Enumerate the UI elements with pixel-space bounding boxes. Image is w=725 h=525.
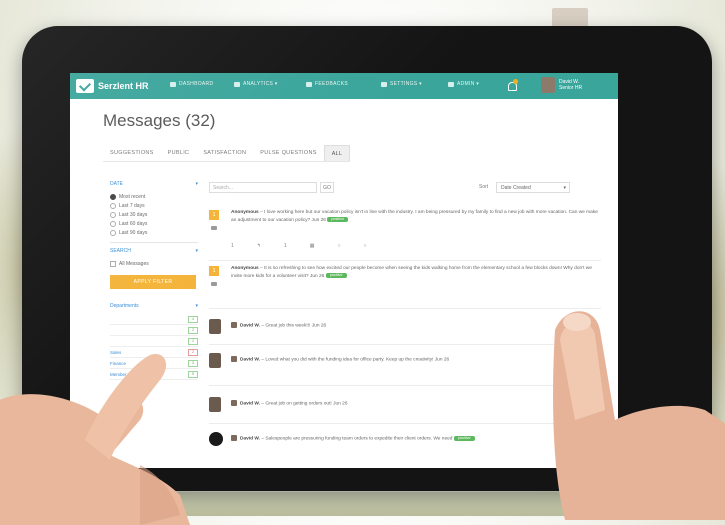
date-option[interactable]: Most recent xyxy=(110,192,198,201)
nav-feedbacks[interactable]: FEEDBACKS xyxy=(306,81,348,87)
top-navigation-bar: Serzlent HR DASHBOARD ANALYTICS ▾ FEEDBA… xyxy=(70,73,618,99)
user-name[interactable]: David W. Senior HR xyxy=(559,79,582,91)
message-text: Anonymous – It is so refreshing to see h… xyxy=(231,266,592,279)
count-badge: 4 xyxy=(188,315,198,323)
author-avatar-icon xyxy=(231,400,237,406)
author-avatar-icon xyxy=(231,322,237,328)
more-icon[interactable]: ○ xyxy=(364,243,367,249)
brand-logo-icon xyxy=(76,79,94,93)
upvote-icon[interactable] xyxy=(211,282,217,286)
radio-icon xyxy=(110,202,116,209)
brand[interactable]: Serzlent HR xyxy=(76,78,149,94)
date-option[interactable]: Last 90 days xyxy=(110,228,198,237)
reply-icon[interactable]: ↰ xyxy=(257,243,261,249)
notification-bell-icon[interactable] xyxy=(507,79,518,91)
message-toolbar: Search... GO Sort Date Created xyxy=(209,182,601,194)
chevron-down-icon: ▾ xyxy=(195,303,198,309)
gear-icon xyxy=(381,81,387,87)
sort-label: Sort xyxy=(479,184,489,190)
message-item: 1 Anonymous – It is so refreshing to see… xyxy=(209,266,601,298)
notification-dot xyxy=(513,79,518,84)
dashboard-icon xyxy=(170,81,176,87)
all-messages-checkbox[interactable]: All Messages xyxy=(110,259,198,268)
user-avatar[interactable] xyxy=(541,77,555,93)
message-item: 1 Anonymous – I love working here but ou… xyxy=(209,210,601,256)
departments-header[interactable]: Departments ▾ xyxy=(110,303,198,309)
chevron-down-icon: ▾ xyxy=(195,181,198,187)
count-badge: 2 xyxy=(188,326,198,334)
go-button[interactable]: GO xyxy=(320,182,334,193)
date-filter-header[interactable]: DATE ▾ xyxy=(110,181,198,187)
tab-public[interactable]: PUBLIC xyxy=(161,145,197,161)
chart-icon xyxy=(234,81,240,87)
feedback-icon xyxy=(306,81,312,87)
tab-satisfaction[interactable]: SATISFACTION xyxy=(196,145,253,161)
page-title: Messages (32) xyxy=(103,111,216,130)
message-date: Jun 26 xyxy=(309,273,325,279)
author-avatar-icon xyxy=(231,356,237,362)
nav-dashboard[interactable]: DASHBOARD xyxy=(170,81,213,87)
right-hand xyxy=(553,311,725,520)
upvote-icon[interactable] xyxy=(211,226,217,230)
vote-count[interactable]: 1 xyxy=(209,266,219,276)
date-option[interactable]: Last 7 days xyxy=(110,201,198,210)
radio-icon xyxy=(110,211,116,218)
sentiment-tag: positive xyxy=(327,216,349,222)
sort-select[interactable]: Date Created xyxy=(496,182,570,194)
message-text: Anonymous – I love working here but our … xyxy=(231,210,598,223)
flag-action[interactable]: 1 xyxy=(284,243,287,249)
avatar xyxy=(209,319,221,334)
nav-settings[interactable]: SETTINGS ▾ xyxy=(381,81,422,87)
tab-suggestions[interactable]: SUGGESTIONS xyxy=(103,145,161,161)
date-option[interactable]: Last 30 days xyxy=(110,210,198,219)
tab-pulse-questions[interactable]: PULSE QUESTIONS xyxy=(253,145,323,161)
like-action[interactable]: 1 xyxy=(231,243,234,249)
author-avatar-icon xyxy=(231,435,237,441)
archive-icon[interactable]: ▦ xyxy=(310,243,315,249)
search-filter-header[interactable]: SEARCH ▾ xyxy=(110,248,198,254)
sentiment-tag: positive xyxy=(325,272,347,278)
department-row[interactable]: 4 xyxy=(110,314,198,325)
count-badge: 1 xyxy=(188,337,198,345)
divider xyxy=(110,242,198,243)
share-icon[interactable]: ○ xyxy=(338,243,341,249)
vote-count[interactable]: 1 xyxy=(209,210,219,220)
department-row[interactable]: 2 xyxy=(110,325,198,336)
date-option[interactable]: Last 60 days xyxy=(110,219,198,228)
apply-filter-button[interactable]: APPLY FILTER xyxy=(110,275,196,289)
message-date: Jun 26 xyxy=(434,357,450,363)
radio-icon xyxy=(110,229,116,236)
message-tabs: SUGGESTIONS PUBLIC SATISFACTION PULSE QU… xyxy=(103,145,351,162)
message-date: Jun 26 xyxy=(311,217,326,223)
search-input[interactable]: Search... xyxy=(209,182,317,193)
radio-selected-icon xyxy=(110,193,116,200)
tab-all[interactable]: ALL xyxy=(323,145,351,161)
message-date: Jun 26 xyxy=(311,323,327,329)
brand-name: Serzlent HR xyxy=(98,81,149,91)
left-hand xyxy=(0,354,190,525)
message-date: Jun 26 xyxy=(333,401,348,407)
nav-admin[interactable]: ADMIN ▾ xyxy=(448,81,479,87)
chevron-down-icon: ▾ xyxy=(195,248,198,254)
checkbox-icon xyxy=(110,260,116,267)
radio-icon xyxy=(110,220,116,227)
message-actions: 1 ↰ 1 ▦ ○ ○ xyxy=(231,243,367,249)
divider xyxy=(209,260,601,261)
nav-analytics[interactable]: ANALYTICS ▾ xyxy=(234,81,278,87)
admin-icon xyxy=(448,81,454,87)
sentiment-tag: positive xyxy=(453,435,475,441)
